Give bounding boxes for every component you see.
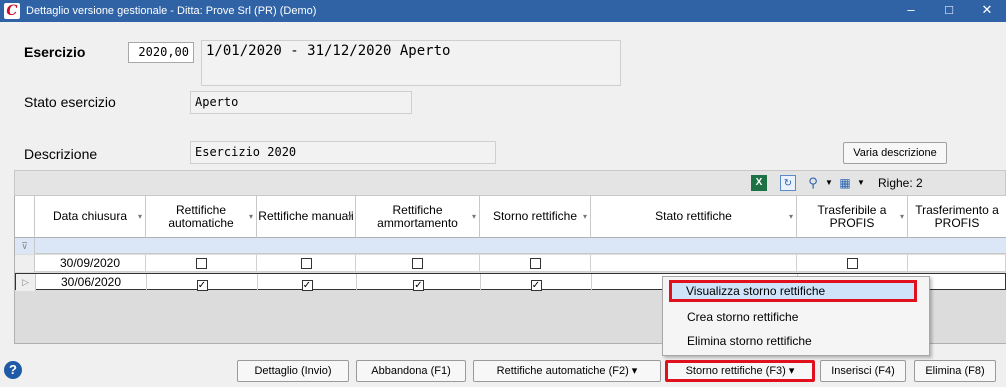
chevron-down-icon[interactable]: ▾ xyxy=(583,210,587,223)
window: C Dettaglio versione gestionale - Ditta:… xyxy=(0,0,1006,387)
stato-esercizio-field: Aperto xyxy=(190,91,412,114)
stato-esercizio-label: Stato esercizio xyxy=(24,94,116,110)
chevron-down-icon[interactable]: ▾ xyxy=(900,210,904,223)
storno-context-menu: Visualizza storno rettifiche Crea storno… xyxy=(662,276,930,356)
cell-date: 30/09/2020 xyxy=(35,255,146,272)
close-button[interactable]: ✕ xyxy=(968,0,1006,22)
cell-date: 30/06/2020 xyxy=(36,274,147,291)
checked-checkbox[interactable]: ✓ xyxy=(413,280,424,291)
table-row[interactable]: 30/09/2020 xyxy=(15,255,1006,272)
row-header-corner xyxy=(15,196,35,238)
cell-stato xyxy=(591,255,797,272)
columns-dropdown-icon[interactable]: ▼ xyxy=(853,175,869,191)
row-count: Righe: 2 xyxy=(878,176,923,190)
checked-checkbox[interactable]: ✓ xyxy=(301,280,313,291)
checked-checkbox[interactable]: ✓ xyxy=(196,280,208,291)
storno-rettifiche-button[interactable]: Storno rettifiche (F3) ▾ xyxy=(665,360,815,382)
col-storno-rettifiche[interactable]: Storno rettifiche ▾ xyxy=(480,196,591,238)
esercizio-label: Esercizio xyxy=(24,44,86,60)
title-bar: C Dettaglio versione gestionale - Ditta:… xyxy=(0,0,1006,22)
col-stato-rettifiche[interactable]: Stato rettifiche ▾ xyxy=(591,196,797,238)
dettaglio-button[interactable]: Dettaglio (Invio) xyxy=(237,360,349,382)
chevron-down-icon[interactable]: ▾ xyxy=(348,210,352,223)
chevron-down-icon[interactable]: ▾ xyxy=(789,210,793,223)
checkbox[interactable] xyxy=(300,258,312,269)
row-indicator-icon: ▷ xyxy=(16,274,36,291)
descrizione-label: Descrizione xyxy=(24,146,98,162)
refresh-icon[interactable]: ↻ xyxy=(780,175,796,191)
filter-icon: ⊽ xyxy=(15,238,35,254)
elimina-button[interactable]: Elimina (F8) xyxy=(914,360,996,382)
menu-item-elimina-storno[interactable]: Elimina storno rettifiche xyxy=(667,330,925,352)
descrizione-field[interactable]: Esercizio 2020 xyxy=(190,141,496,164)
abbandona-button[interactable]: Abbandona (F1) xyxy=(356,360,466,382)
checkbox[interactable] xyxy=(195,258,207,269)
col-trasferibile-profis[interactable]: Trasferibile a PROFIS ▾ xyxy=(797,196,908,238)
row-header xyxy=(15,255,35,272)
col-rettifiche-ammortamento[interactable]: Rettifiche ammortamento ▾ xyxy=(356,196,480,238)
rettifiche-automatiche-button[interactable]: Rettifiche automatiche (F2) ▾ xyxy=(473,360,661,382)
col-rettifiche-manuali[interactable]: Rettifiche manuali ▾ xyxy=(257,196,356,238)
app-logo-icon: C xyxy=(4,3,20,19)
filter-row[interactable]: ⊽ xyxy=(15,238,1006,254)
search-icon[interactable]: ⚲ xyxy=(805,175,821,191)
menu-item-crea-storno[interactable]: Crea storno rettifiche xyxy=(667,306,925,328)
menu-item-visualizza-storno[interactable]: Visualizza storno rettifiche xyxy=(669,280,917,302)
col-trasferimento-profis[interactable]: Trasferimento a PROFIS xyxy=(908,196,1006,238)
search-dropdown-icon[interactable]: ▼ xyxy=(821,175,837,191)
excel-export-icon[interactable]: X xyxy=(751,175,767,191)
col-rettifiche-automatiche[interactable]: Rettifiche automatiche ▾ xyxy=(146,196,257,238)
col-data-chiusura[interactable]: Data chiusura ▾ xyxy=(35,196,146,238)
grid-toolbar: X ↻ ⚲ ▼ ▦ ▼ Righe: 2 xyxy=(14,170,1006,196)
checkbox[interactable] xyxy=(412,258,423,269)
esercizio-range-display: 1/01/2020 - 31/12/2020 Aperto xyxy=(201,40,621,86)
varia-descrizione-button[interactable]: Varia descrizione xyxy=(843,142,947,164)
checkbox[interactable] xyxy=(846,258,858,269)
checked-checkbox[interactable]: ✓ xyxy=(530,280,542,291)
chevron-down-icon[interactable]: ▾ xyxy=(472,210,476,223)
inserisci-button[interactable]: Inserisci (F4) xyxy=(820,360,906,382)
columns-icon[interactable]: ▦ xyxy=(837,175,853,191)
maximize-button[interactable]: □ xyxy=(930,0,968,22)
window-title: Dettaglio versione gestionale - Ditta: P… xyxy=(26,5,317,17)
chevron-down-icon[interactable]: ▾ xyxy=(249,210,253,223)
minimize-button[interactable]: – xyxy=(892,0,930,22)
help-icon[interactable]: ? xyxy=(4,361,22,379)
checkbox[interactable] xyxy=(529,258,541,269)
esercizio-field[interactable]: 2020,00 xyxy=(128,42,194,63)
chevron-down-icon[interactable]: ▾ xyxy=(138,210,142,223)
cell-trasferimento xyxy=(908,255,1006,272)
